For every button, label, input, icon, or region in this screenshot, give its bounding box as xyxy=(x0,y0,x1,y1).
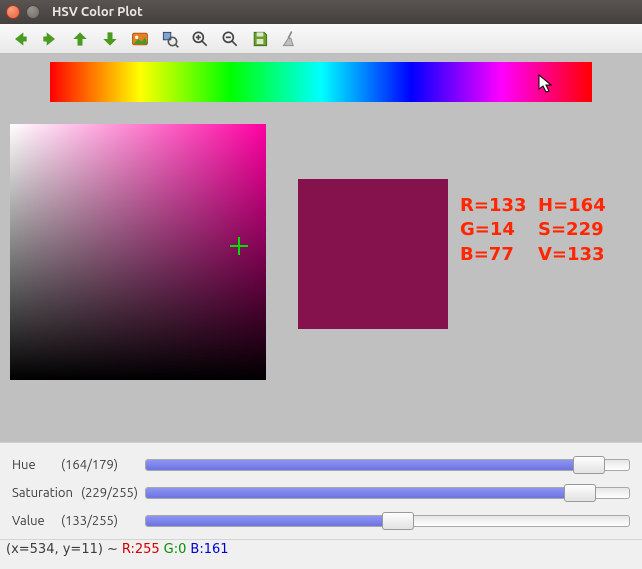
sat-value: (229/255) xyxy=(81,486,141,500)
val-row: Value (133/255) xyxy=(12,507,630,535)
zoom-in-icon[interactable] xyxy=(186,26,214,52)
readout-v: V=133 xyxy=(538,243,608,267)
rgbhsv-readout: R=133 H=164 G=14 S=229 B=77 V=133 xyxy=(460,194,608,267)
val-value: (133/255) xyxy=(61,514,141,528)
minimize-button[interactable] xyxy=(26,5,40,19)
sat-label: Saturation xyxy=(12,486,77,500)
crosshair-icon xyxy=(230,237,248,255)
status-b: B:161 xyxy=(190,542,228,557)
image-icon[interactable] xyxy=(126,26,154,52)
titlebar: HSV Color Plot xyxy=(0,0,642,24)
sat-slider[interactable] xyxy=(145,487,630,499)
sat-row: Saturation (229/255) xyxy=(12,479,630,507)
down-icon[interactable] xyxy=(96,26,124,52)
cursor-icon xyxy=(538,74,554,94)
close-button[interactable] xyxy=(6,5,20,19)
sliders-panel: Hue (164/179) Saturation (229/255) Value… xyxy=(0,442,642,539)
broom-icon[interactable] xyxy=(276,26,304,52)
val-slider[interactable] xyxy=(145,515,630,527)
readout-s: S=229 xyxy=(538,218,608,242)
forward-icon[interactable] xyxy=(36,26,64,52)
up-icon[interactable] xyxy=(66,26,94,52)
color-swatch xyxy=(298,179,448,329)
hue-slider[interactable] xyxy=(145,459,630,471)
hue-row: Hue (164/179) xyxy=(12,451,630,479)
toolbar xyxy=(0,24,642,54)
status-r: R:255 xyxy=(122,542,160,557)
hue-value: (164/179) xyxy=(61,458,141,472)
zoom-out-icon[interactable] xyxy=(216,26,244,52)
save-icon[interactable] xyxy=(246,26,274,52)
status-g: G:0 xyxy=(164,542,187,557)
hue-strip[interactable] xyxy=(50,62,592,102)
status-sep: ~ xyxy=(107,542,118,557)
window-title: HSV Color Plot xyxy=(52,5,143,19)
hue-label: Hue xyxy=(12,458,57,472)
window-controls xyxy=(6,5,40,19)
readout-b: B=77 xyxy=(460,243,530,267)
readout-h: H=164 xyxy=(538,194,608,218)
back-icon[interactable] xyxy=(6,26,34,52)
val-label: Value xyxy=(12,514,57,528)
plot-area: R=133 H=164 G=14 S=229 B=77 V=133 xyxy=(0,54,642,442)
reset-zoom-icon[interactable] xyxy=(156,26,184,52)
readout-g: G=14 xyxy=(460,218,530,242)
status-bar: (x=534, y=11) ~ R:255 G:0 B:161 xyxy=(0,539,642,559)
sv-square[interactable] xyxy=(10,124,266,380)
status-coords: (x=534, y=11) xyxy=(6,542,103,557)
readout-r: R=133 xyxy=(460,194,530,218)
